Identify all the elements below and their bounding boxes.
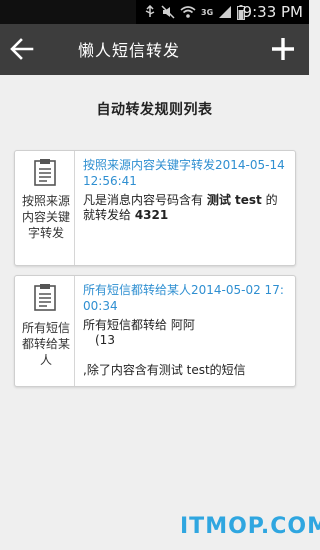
rule-name: 所有短信都转给某人2014-05-02 17:00:34 bbox=[83, 283, 284, 313]
rule-keyword: 测试 test bbox=[206, 193, 262, 207]
plus-icon[interactable] bbox=[271, 37, 295, 61]
rule-desc-prefix: 凡是消息内容号码含有 bbox=[83, 193, 207, 207]
signal-icon bbox=[219, 6, 232, 18]
rule-desc-line2: (13 bbox=[95, 333, 115, 347]
action-bar: 懒人短信转发 bbox=[0, 24, 309, 75]
rule-card[interactable]: 按照来源内容关键字转发 按照来源内容关键字转发2014-05-14 12:56:… bbox=[14, 150, 296, 266]
network-type-label: 3G bbox=[201, 7, 214, 17]
clipboard-icon bbox=[34, 159, 56, 186]
usb-icon bbox=[145, 5, 155, 17]
page-title: 自动转发规则列表 bbox=[96, 102, 213, 118]
rule-target-number: 4321 bbox=[134, 208, 169, 222]
rule-description: 凡是消息内容号码含有 测试 test 的就转发给 4321 bbox=[83, 193, 289, 223]
rule-name: 按照来源内容关键字转发2014-05-14 12:56:41 bbox=[83, 158, 285, 188]
notification-area bbox=[0, 0, 136, 24]
rule-description: 所有短信都转给 阿阿 (13 ,除了内容含有测试 test的短信 bbox=[83, 318, 289, 378]
rule-desc-line3: ,除了内容含有测试 test的短信 bbox=[83, 363, 246, 377]
app-title: 懒人短信转发 bbox=[78, 41, 181, 60]
rule-content: 按照来源内容关键字转发2014-05-14 12:56:41 凡是消息内容号码含… bbox=[83, 157, 289, 223]
rule-type-label: 按照来源内容关键字转发 bbox=[21, 194, 70, 240]
mute-icon bbox=[161, 5, 175, 19]
status-time: 9:33 PM bbox=[242, 3, 303, 21]
rule-desc-spacer bbox=[83, 348, 289, 363]
watermark: ITMOP.COM bbox=[180, 514, 320, 539]
rule-card[interactable]: 所有短信都转给某人 所有短信都转给某人2014-05-02 17:00:34 所… bbox=[14, 275, 296, 387]
clipboard-icon bbox=[34, 284, 56, 311]
status-icons: 3G bbox=[144, 2, 246, 22]
arrow-left-icon[interactable] bbox=[8, 34, 36, 64]
rule-desc-line1: 所有短信都转给 阿阿 bbox=[83, 318, 195, 332]
wifi-icon bbox=[180, 6, 196, 18]
rule-type-panel: 按照来源内容关键字转发 bbox=[15, 151, 75, 265]
rule-content: 所有短信都转给某人2014-05-02 17:00:34 所有短信都转给 阿阿 … bbox=[83, 282, 289, 378]
rule-type-panel: 所有短信都转给某人 bbox=[15, 276, 75, 386]
rule-type-label: 所有短信都转给某人 bbox=[21, 321, 70, 367]
status-bar: 3G 9:33 PM bbox=[0, 0, 309, 24]
